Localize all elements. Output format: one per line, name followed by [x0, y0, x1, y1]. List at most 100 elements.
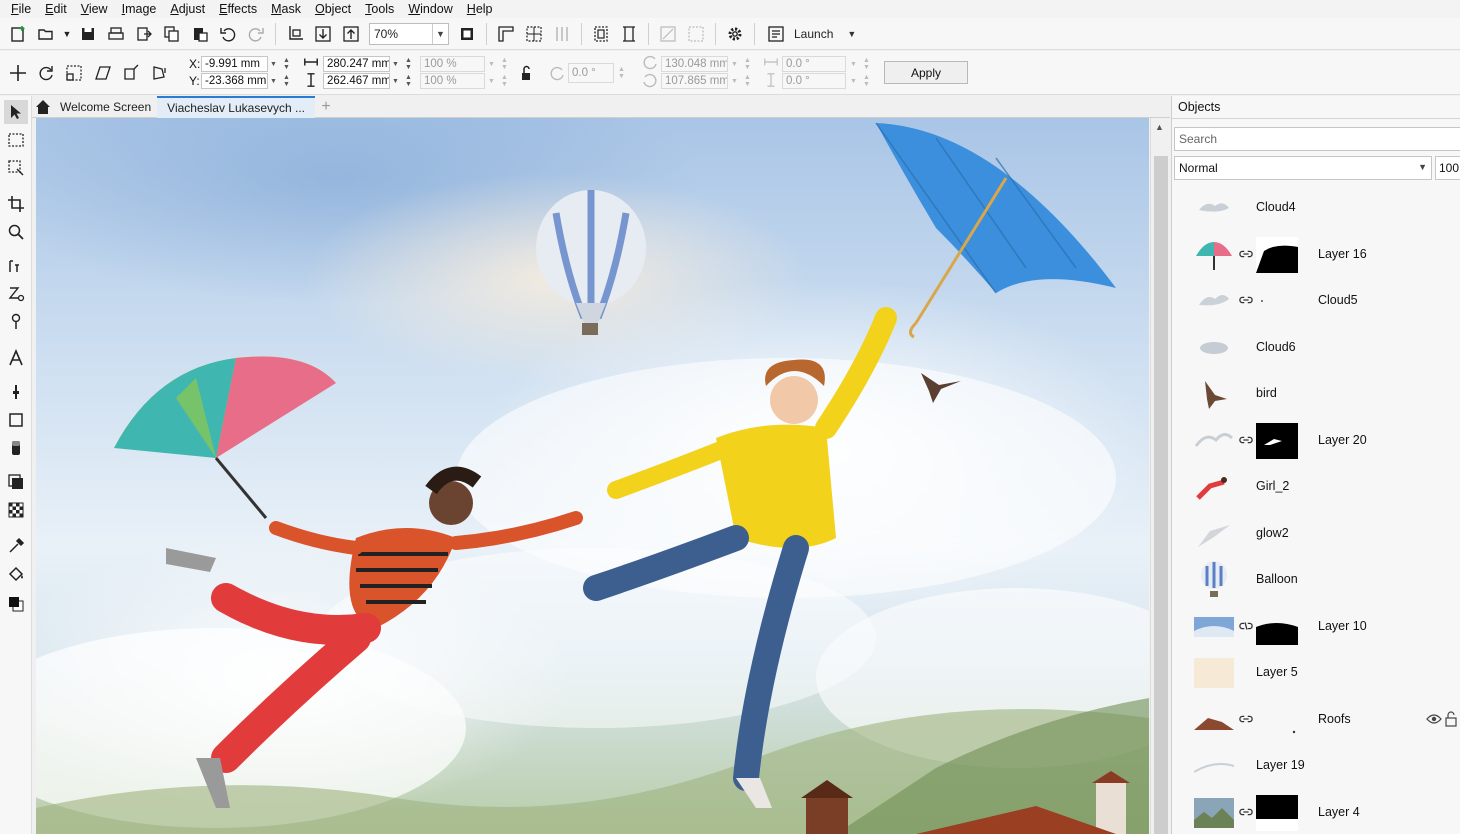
skew-v-field[interactable]: 0.0 °: [782, 73, 846, 89]
grid-icon[interactable]: [522, 22, 546, 46]
distort-icon[interactable]: [149, 62, 171, 84]
print-icon[interactable]: [104, 22, 128, 46]
link-broken-icon[interactable]: [1238, 618, 1254, 634]
paint-tool-icon[interactable]: [4, 380, 28, 404]
layer-row[interactable]: Layer 19: [1172, 743, 1460, 789]
undo-icon[interactable]: [216, 22, 240, 46]
layer-row[interactable]: bird: [1172, 371, 1460, 417]
lock-objects-icon[interactable]: [684, 22, 708, 46]
new-document-icon[interactable]: [6, 22, 30, 46]
scale-icon[interactable]: [63, 62, 85, 84]
center-y-spinner[interactable]: ▲ ▼: [742, 73, 753, 89]
layer-row[interactable]: Girl_2: [1172, 464, 1460, 510]
checker-fill-tool-icon[interactable]: [4, 498, 28, 522]
skew-v-spinner[interactable]: ▲ ▼: [861, 73, 872, 89]
mask-marquee-icon[interactable]: [589, 22, 613, 46]
menu-adjust[interactable]: Adjust: [163, 0, 212, 18]
show-objects-icon[interactable]: [656, 22, 680, 46]
layer-row[interactable]: Layer 10: [1172, 604, 1460, 650]
guidelines-icon[interactable]: [550, 22, 574, 46]
angle-field[interactable]: 0.0 °: [568, 63, 614, 83]
zoom-tool-icon[interactable]: [4, 220, 28, 244]
x-unit-dropdown[interactable]: ▼: [268, 56, 279, 72]
layer-row[interactable]: Cloud4: [1172, 185, 1460, 231]
layer-row[interactable]: Roofs: [1172, 697, 1460, 743]
menu-view[interactable]: View: [74, 0, 115, 18]
layer-row[interactable]: Layer 5: [1172, 650, 1460, 696]
scale-y-spinner[interactable]: ▲ ▼: [499, 73, 510, 89]
angle-spinner[interactable]: ▲ ▼: [616, 65, 627, 81]
skew-h-spinner[interactable]: ▲ ▼: [861, 56, 872, 72]
scale-y-dropdown[interactable]: ▼: [486, 73, 497, 89]
image-canvas[interactable]: [36, 118, 1149, 834]
lock-icon[interactable]: [1444, 711, 1458, 727]
link-icon[interactable]: [1238, 804, 1254, 820]
save-icon[interactable]: [76, 22, 100, 46]
paste-icon[interactable]: [188, 22, 212, 46]
menu-file[interactable]: File: [4, 0, 38, 18]
launch-button[interactable]: Launch ▼: [764, 22, 856, 46]
open-dropdown-icon[interactable]: ▼: [62, 22, 72, 46]
zoom-level-select[interactable]: 70% ▼: [369, 22, 449, 45]
layer-row[interactable]: Cloud5: [1172, 278, 1460, 324]
red-eye-tool-icon[interactable]: [4, 254, 28, 278]
export-up-icon[interactable]: [339, 22, 363, 46]
position-icon[interactable]: [7, 62, 29, 84]
center-x-field[interactable]: 130.048 mm: [661, 56, 728, 72]
layer-row[interactable]: Layer 20: [1172, 418, 1460, 464]
y-spinner[interactable]: ▲ ▼: [281, 73, 292, 89]
scroll-up-icon[interactable]: ▲: [1155, 122, 1164, 132]
center-x-dropdown[interactable]: ▼: [729, 56, 740, 72]
color-swatch-icon[interactable]: [4, 592, 28, 616]
mask-transform-tool-icon[interactable]: [4, 156, 28, 180]
object-transparency-tool-icon[interactable]: [4, 470, 28, 494]
fill-tool-icon[interactable]: [4, 562, 28, 586]
tab-welcome-screen[interactable]: Welcome Screen: [32, 96, 157, 118]
width-spinner[interactable]: ▲ ▼: [403, 56, 414, 72]
width-unit-dropdown[interactable]: ▼: [390, 56, 401, 72]
layer-row[interactable]: Balloon: [1172, 557, 1460, 603]
link-icon[interactable]: [1238, 711, 1254, 727]
copy-icon[interactable]: [160, 22, 184, 46]
x-position-field[interactable]: -9.991 mm: [201, 56, 268, 72]
height-spinner[interactable]: ▲ ▼: [403, 73, 414, 89]
center-y-dropdown[interactable]: ▼: [729, 73, 740, 89]
menu-help[interactable]: Help: [460, 0, 500, 18]
crop-to-selection-icon[interactable]: [283, 22, 307, 46]
skew-v-dropdown[interactable]: ▼: [848, 73, 859, 89]
link-icon[interactable]: [1238, 292, 1254, 308]
text-tool-icon[interactable]: [4, 346, 28, 370]
liquid-tool-icon[interactable]: [4, 310, 28, 334]
y-position-field[interactable]: -23.368 mm: [201, 73, 268, 89]
layer-row[interactable]: Cloud6: [1172, 325, 1460, 371]
clone-tool-icon[interactable]: [4, 282, 28, 306]
link-icon[interactable]: [1238, 432, 1254, 448]
menu-window[interactable]: Window: [401, 0, 459, 18]
pick-tool-icon[interactable]: [4, 100, 28, 124]
y-unit-dropdown[interactable]: ▼: [268, 73, 279, 89]
scale-y-field[interactable]: 100 %: [420, 73, 485, 89]
gear-icon[interactable]: [723, 22, 747, 46]
tab-document[interactable]: Viacheslav Lukasevych ...: [157, 95, 316, 118]
height-field[interactable]: 262.467 mm: [323, 73, 390, 89]
skew-h-dropdown[interactable]: ▼: [848, 56, 859, 72]
height-unit-dropdown[interactable]: ▼: [390, 73, 401, 89]
scale-x-field[interactable]: 100 %: [420, 56, 485, 72]
skew-h-field[interactable]: 0.0 °: [782, 56, 846, 72]
rectangle-mask-tool-icon[interactable]: [4, 128, 28, 152]
layer-row[interactable]: Layer 4: [1172, 790, 1460, 834]
blend-mode-select[interactable]: Normal ▼: [1174, 156, 1432, 180]
import-down-icon[interactable]: [311, 22, 335, 46]
menu-mask[interactable]: Mask: [264, 0, 308, 18]
center-y-field[interactable]: 107.865 mm: [661, 73, 728, 89]
shape-tool-icon[interactable]: [4, 408, 28, 432]
menu-image[interactable]: Image: [115, 0, 164, 18]
link-icon[interactable]: [1238, 246, 1254, 262]
vertical-scrollbar[interactable]: ▲: [1150, 118, 1170, 834]
scale-x-spinner[interactable]: ▲ ▼: [499, 56, 510, 72]
menu-tools[interactable]: Tools: [358, 0, 401, 18]
eye-icon[interactable]: [1426, 711, 1442, 727]
add-tab-icon[interactable]: +: [315, 96, 337, 118]
apply-button[interactable]: Apply: [884, 61, 968, 84]
import-icon[interactable]: [132, 22, 156, 46]
